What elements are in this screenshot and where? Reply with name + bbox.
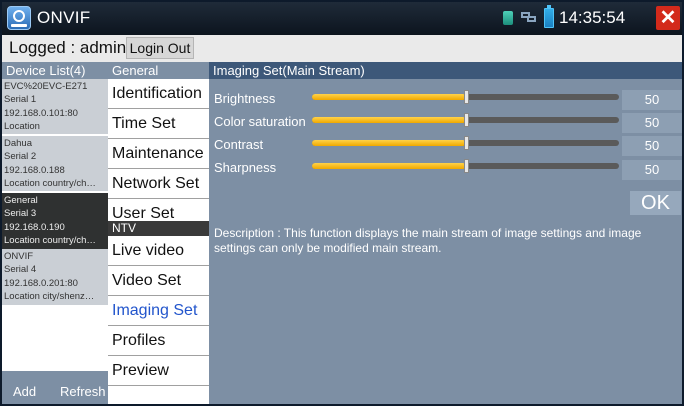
device-list: EVC%20EVC-E271 Serial 1 192.168.0.101:80… [2, 79, 108, 371]
contrast-value[interactable]: 50 [622, 136, 682, 156]
status-clock: 14:35:54 [559, 8, 626, 27]
login-bar: Logged : admin Login Out [2, 35, 682, 62]
sim-card-icon [503, 11, 513, 25]
slider-fill [312, 117, 466, 123]
menu-video-set[interactable]: Video Set [108, 266, 209, 296]
battery-icon [544, 5, 554, 28]
device-name: Dahua [4, 138, 32, 149]
device-item-3[interactable]: General Serial 3 192.168.0.190 Location … [2, 193, 108, 249]
device-item-1[interactable]: EVC%20EVC-E271 Serial 1 192.168.0.101:80… [2, 79, 108, 135]
description-text: Description : This function displays the… [214, 226, 642, 255]
onvif-app-window: ONVIF 14:35:54 ✕ Logged : admin Login Ou… [2, 2, 682, 404]
add-device-button[interactable]: Add [13, 384, 36, 399]
contrast-label: Contrast [214, 137, 264, 152]
device-ip: 192.168.0.188 [4, 164, 65, 176]
menu-live-video[interactable]: Live video [108, 236, 209, 266]
brightness-value[interactable]: 50 [622, 90, 682, 110]
sharpness-slider[interactable] [312, 159, 619, 173]
device-ip: 192.168.0.101:80 [4, 107, 78, 119]
app-logo-icon [7, 6, 31, 30]
logout-button[interactable]: Login Out [126, 37, 194, 59]
menu-imaging-set[interactable]: Imaging Set [108, 296, 209, 326]
color-saturation-label: Color saturation [214, 114, 306, 129]
sharpness-value[interactable]: 50 [622, 160, 682, 180]
device-location: Location country/ch… [4, 234, 96, 246]
device-ip: 192.168.0.190 [4, 221, 65, 233]
device-location: Location [4, 120, 40, 132]
device-serial: Serial 1 [4, 94, 37, 106]
device-item-4[interactable]: ONVIF Serial 4 192.168.0.201:80 Location… [2, 249, 108, 305]
slider-thumb[interactable] [464, 159, 469, 173]
menu-identification[interactable]: Identification [108, 79, 209, 109]
slider-thumb[interactable] [464, 136, 469, 150]
slider-fill [312, 94, 466, 100]
slider-thumb[interactable] [464, 90, 469, 104]
device-serial: Serial 3 [4, 208, 37, 220]
device-name: General [4, 195, 38, 206]
refresh-button[interactable]: Refresh [60, 384, 106, 399]
slider-thumb[interactable] [464, 113, 469, 127]
menu-ntv-header: NTV [108, 221, 209, 236]
menu-time-set[interactable]: Time Set [108, 109, 209, 139]
device-actions-bar: Add Refresh [2, 371, 108, 404]
brightness-slider[interactable] [312, 90, 619, 104]
contrast-slider[interactable] [312, 136, 619, 150]
close-button[interactable]: ✕ [656, 6, 680, 30]
device-location: Location country/ch… [4, 177, 96, 189]
menu-general-header: General [108, 62, 209, 79]
sharpness-label: Sharpness [214, 160, 277, 175]
app-title: ONVIF [37, 8, 91, 27]
color-saturation-slider[interactable] [312, 113, 619, 127]
device-location: Location city/shenz… [4, 290, 95, 302]
device-ip: 192.168.0.201:80 [4, 277, 78, 289]
settings-menu: Identification Time Set Maintenance Netw… [108, 79, 209, 404]
slider-fill [312, 140, 466, 146]
slider-fill [312, 163, 466, 169]
menu-preview[interactable]: Preview [108, 356, 209, 386]
logged-in-user: Logged : admin [9, 38, 127, 57]
color-saturation-value[interactable]: 50 [622, 113, 682, 133]
network-icon [521, 12, 537, 23]
title-bar: ONVIF 14:35:54 ✕ [2, 2, 682, 35]
device-item-2[interactable]: Dahua Serial 2 192.168.0.188 Location co… [2, 136, 108, 192]
imaging-panel: Imaging Set(Main Stream) Brightness 50 C… [209, 62, 682, 404]
device-serial: Serial 4 [4, 264, 37, 276]
menu-maintenance[interactable]: Maintenance [108, 139, 209, 169]
panel-title: Imaging Set(Main Stream) [209, 62, 682, 79]
device-list-header: Device List(4) [2, 62, 108, 79]
device-name: ONVIF [4, 251, 34, 262]
device-name: EVC%20EVC-E271 [4, 81, 88, 92]
brightness-label: Brightness [214, 91, 276, 106]
menu-profiles[interactable]: Profiles [108, 326, 209, 356]
menu-network-set[interactable]: Network Set [108, 169, 209, 199]
ok-button[interactable]: OK [630, 191, 681, 215]
device-serial: Serial 2 [4, 151, 37, 163]
